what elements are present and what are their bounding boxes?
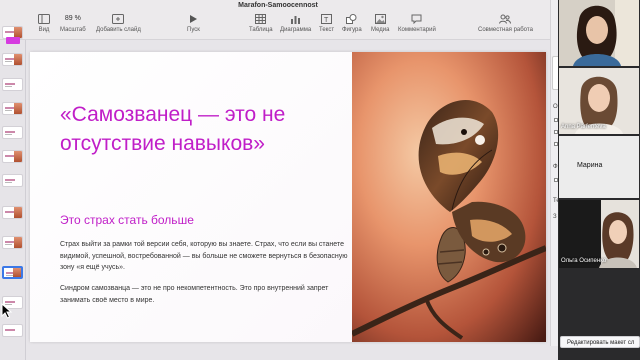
- slide-thumbnail[interactable]: [2, 174, 23, 187]
- inspector-label-2: Ф: [553, 164, 558, 170]
- participant-tile-2[interactable]: Anna Parfenteva: [559, 68, 639, 134]
- comment-button[interactable]: Комментарий: [398, 12, 436, 33]
- text-box-icon: T: [321, 12, 333, 25]
- zoom-value: 89 %: [64, 15, 81, 22]
- slide-title[interactable]: «Самозванец — это не отсутствие навыков»: [60, 100, 350, 158]
- slide-marker: [6, 37, 20, 44]
- chart-label: Диаграмма: [280, 27, 312, 33]
- add-slide-label: Добавить слайд: [96, 27, 141, 33]
- media-button[interactable]: Медиа: [371, 12, 389, 33]
- inspector-label-1: О: [553, 104, 558, 110]
- chart-button[interactable]: Диаграмма: [280, 12, 311, 33]
- shape-icon: [346, 12, 357, 25]
- participant-video-1: [559, 0, 639, 66]
- inspector-label-4: З: [553, 214, 557, 220]
- participant-tile-1[interactable]: [559, 0, 639, 66]
- slide-canvas: «Самозванец — это не отсутствие навыков»…: [26, 40, 550, 346]
- slide-thumbnail[interactable]: [2, 78, 23, 91]
- participant-name-4: Ольга Осипенко: [561, 258, 607, 264]
- edit-layout-button[interactable]: Редактировать макет сл: [560, 336, 640, 348]
- slide-thumbnail[interactable]: [2, 126, 23, 139]
- slide-paragraph-1[interactable]: Страх выйти за рамки той версии себя, ко…: [60, 239, 350, 274]
- slide-thumbnail[interactable]: [2, 206, 23, 219]
- video-participants-panel: Anna Parfenteva Марина Ольга Осипенко: [558, 0, 640, 360]
- collaborate-icon: [499, 12, 512, 25]
- slide-thumbnail[interactable]: [2, 236, 23, 249]
- shape-label: Фигура: [342, 27, 362, 33]
- comment-icon: [411, 12, 422, 25]
- sidebar-icon: [38, 12, 50, 25]
- play-icon: [188, 12, 198, 25]
- bottom-bar: [26, 346, 558, 360]
- add-slide-button[interactable]: Добавить слайд: [96, 12, 141, 33]
- slide-paragraph-2[interactable]: Синдром самозванца — это не про некомпет…: [60, 283, 350, 306]
- text-button[interactable]: T Текст: [319, 12, 334, 33]
- butterfly-photo[interactable]: [352, 52, 546, 342]
- slide-thumbnail[interactable]: [2, 324, 23, 337]
- media-icon: [374, 12, 386, 25]
- slide-thumbnail[interactable]: [2, 102, 23, 115]
- slide-thumbnail[interactable]: [2, 53, 23, 66]
- slide[interactable]: «Самозванец — это не отсутствие навыков»…: [30, 52, 546, 342]
- chart-icon: [290, 12, 301, 25]
- slide-thumbnail-selected[interactable]: [2, 266, 23, 279]
- slide-thumbnail[interactable]: [2, 150, 23, 163]
- slide-subtitle[interactable]: Это страх стать больше: [60, 213, 194, 227]
- text-label: Текст: [319, 27, 335, 33]
- add-slide-icon: [112, 12, 125, 25]
- play-label: Пуск: [187, 27, 200, 33]
- zoom-label: Масштаб: [60, 27, 86, 33]
- table-icon: [255, 12, 267, 25]
- table-label: Таблица: [249, 27, 273, 33]
- participant-tile-3[interactable]: Марина: [559, 136, 639, 198]
- shape-button[interactable]: Фигура: [342, 12, 362, 33]
- svg-text:T: T: [324, 17, 329, 24]
- zoom-control[interactable]: 89 % Масштаб: [60, 12, 86, 33]
- toolbar: Marafon-Samoocennost Вид 89 % Масштаб До…: [0, 0, 556, 40]
- collaborate-button[interactable]: Совместная работа: [478, 12, 533, 33]
- media-label: Медиа: [371, 27, 390, 33]
- participant-name-3: Марина: [577, 162, 603, 169]
- participant-tile-4[interactable]: Ольга Осипенко: [559, 200, 639, 268]
- comment-label: Комментарий: [398, 27, 436, 33]
- play-button[interactable]: Пуск: [187, 12, 200, 33]
- table-button[interactable]: Таблица: [249, 12, 273, 33]
- view-button[interactable]: Вид: [38, 12, 50, 33]
- document-title: Marafon-Samoocennost: [238, 2, 318, 9]
- view-label: Вид: [38, 27, 50, 33]
- participant-name-2: Anna Parfenteva: [561, 124, 606, 130]
- mouse-cursor-icon: [1, 303, 13, 319]
- collaborate-label: Совместная работа: [478, 27, 533, 33]
